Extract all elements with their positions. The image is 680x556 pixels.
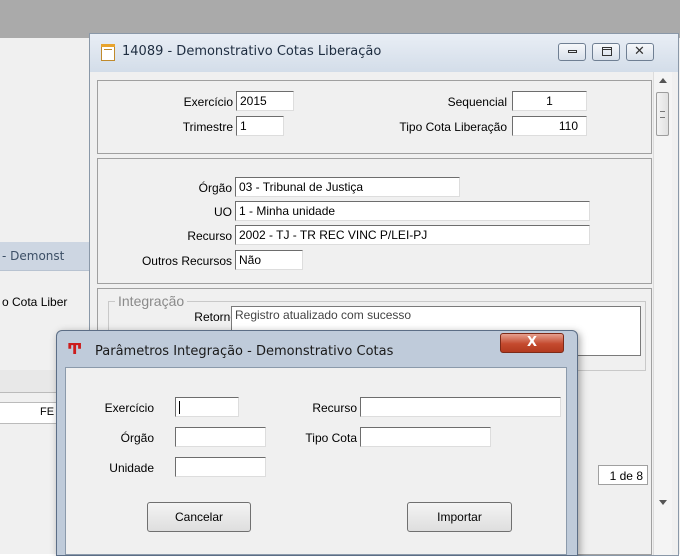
- dialog-recurso-field[interactable]: [360, 397, 561, 417]
- close-button[interactable]: ✕: [626, 43, 654, 61]
- text-cursor: [179, 401, 180, 414]
- dialog-orgao-field[interactable]: [175, 427, 266, 447]
- close-icon: ✕: [634, 43, 645, 58]
- trimestre-label: Trimestre: [182, 120, 233, 134]
- exercicio-field[interactable]: 2015: [236, 91, 294, 111]
- minimize-icon: [568, 50, 577, 53]
- uo-label: UO: [214, 205, 232, 219]
- maximize-button[interactable]: [592, 43, 620, 61]
- dialog-unidade-field[interactable]: [175, 457, 266, 477]
- tipo-cota-label: Tipo Cota Liberação: [399, 120, 507, 134]
- maximize-icon: [602, 47, 612, 56]
- tipo-cota-field[interactable]: 110: [512, 116, 587, 136]
- app-logo-icon: Ͳ: [67, 340, 83, 358]
- recurso-label: Recurso: [187, 229, 232, 243]
- minimize-button[interactable]: [558, 43, 586, 61]
- outros-recursos-label: Outros Recursos: [141, 254, 232, 268]
- document-icon: [101, 44, 115, 61]
- dialog-tipo-cota-field[interactable]: [360, 427, 491, 447]
- scrollbar-thumb[interactable]: [656, 92, 669, 136]
- header-panel: Exercício 2015 Sequencial 1 Trimestre 1 …: [97, 80, 652, 154]
- details-panel: Órgão 03 - Tribunal de Justiça UO 1 - Mi…: [97, 158, 652, 284]
- background-window-field-label: o Cota Liber: [2, 295, 68, 309]
- main-window-titlebar[interactable]: 14089 - Demonstrativo Cotas Liberação ✕: [90, 34, 678, 72]
- close-icon: X: [527, 335, 538, 350]
- dialog-titlebar[interactable]: Ͳ Parâmetros Integração - Demonstrativo …: [57, 331, 577, 367]
- dialog-orgao-label: Órgão: [120, 431, 154, 445]
- exercicio-label: Exercício: [183, 95, 233, 109]
- uo-field[interactable]: 1 - Minha unidade: [235, 201, 590, 221]
- page-indicator: 1 de 8: [598, 465, 648, 485]
- scroll-down-arrow-icon[interactable]: [659, 500, 667, 505]
- table-cell: FE: [40, 406, 55, 418]
- orgao-field[interactable]: 03 - Tribunal de Justiça: [235, 177, 460, 197]
- dialog-recurso-label: Recurso: [312, 401, 357, 415]
- sequencial-label: Sequencial: [447, 95, 507, 109]
- dialog-exercicio-field[interactable]: [175, 397, 239, 417]
- dialog-close-button[interactable]: X: [500, 333, 564, 353]
- main-window-title: 14089 - Demonstrativo Cotas Liberação: [122, 44, 382, 59]
- integracao-legend: Integração: [115, 293, 188, 309]
- background-window-title: - Demonst: [2, 249, 65, 263]
- background-window-titlebar[interactable]: - Demonst: [0, 242, 96, 271]
- recurso-field[interactable]: 2002 - TJ - TR REC VINC P/LEI-PJ: [235, 225, 590, 245]
- outros-recursos-field[interactable]: Não: [235, 250, 303, 270]
- cancel-button[interactable]: Cancelar: [147, 502, 251, 532]
- dialog-title: Parâmetros Integração - Demonstrativo Co…: [95, 344, 394, 359]
- import-button[interactable]: Importar: [407, 502, 512, 532]
- dialog-body: Exercício Recurso Órgão Tipo Cota Unidad…: [65, 367, 567, 555]
- dialog-unidade-label: Unidade: [109, 461, 154, 475]
- vertical-scrollbar[interactable]: [653, 72, 672, 555]
- integration-parameters-dialog: Ͳ Parâmetros Integração - Demonstrativo …: [56, 330, 578, 556]
- sequencial-field[interactable]: 1: [512, 91, 587, 111]
- dialog-exercicio-label: Exercício: [104, 401, 154, 415]
- scroll-up-arrow-icon[interactable]: [659, 78, 667, 83]
- dialog-tipo-cota-label: Tipo Cota: [305, 431, 357, 445]
- trimestre-field[interactable]: 1: [236, 116, 284, 136]
- orgao-label: Órgão: [198, 181, 232, 195]
